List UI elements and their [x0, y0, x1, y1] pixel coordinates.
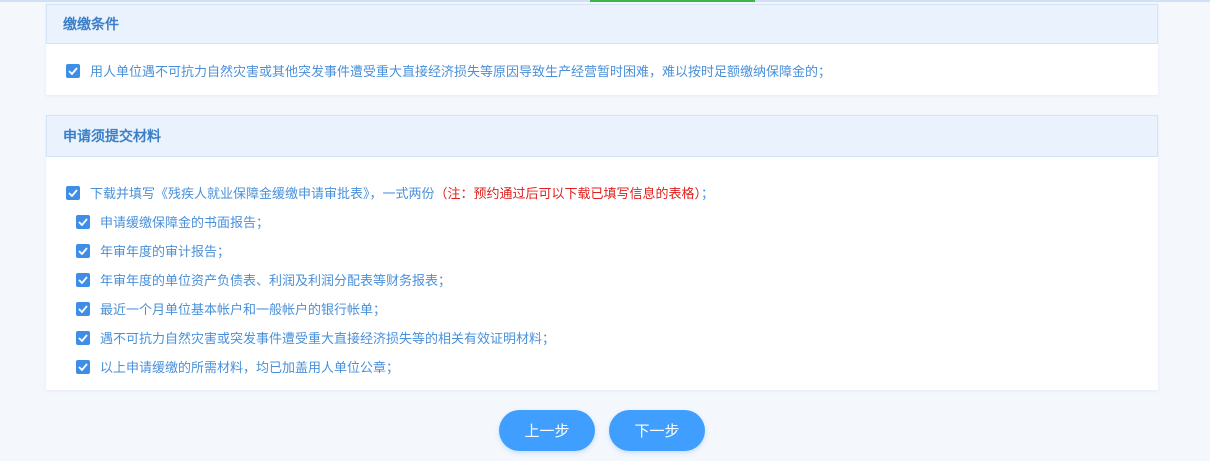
- checkbox-checked-icon[interactable]: [76, 272, 90, 287]
- next-step-label: 下一步: [634, 422, 680, 440]
- main-item-note: （注：预约通过后可以下载已填写信息的表格）: [434, 187, 702, 202]
- materials-sub-item[interactable]: 年审年度的审计报告；: [76, 236, 1158, 265]
- materials-sub-item[interactable]: 年审年度的单位资产负债表、利润及利润分配表等财务报表；: [76, 265, 1158, 294]
- prev-step-label: 上一步: [524, 422, 570, 440]
- materials-title: 申请须提交材料: [63, 129, 161, 145]
- checkbox-checked-icon[interactable]: [76, 214, 90, 229]
- checkbox-checked-icon[interactable]: [66, 63, 80, 78]
- materials-sub-item[interactable]: 申请缓缴保障金的书面报告；: [76, 207, 1158, 236]
- checkbox-checked-icon[interactable]: [76, 243, 90, 258]
- next-step-button[interactable]: 下一步: [609, 410, 705, 451]
- sub-item-label: 申请缓缴保障金的书面报告；: [100, 216, 270, 231]
- top-progress-accent: [590, 0, 755, 2]
- top-border: [0, 0, 1210, 2]
- checkbox-checked-icon[interactable]: [76, 359, 90, 374]
- checkbox-checked-icon[interactable]: [76, 301, 90, 316]
- materials-sub-item[interactable]: 遇不可抗力自然灾害或突发事件遭受重大直接经济损失等的相关有效证明材料；: [76, 323, 1158, 352]
- conditions-title: 缴缴条件: [63, 17, 119, 33]
- conditions-panel: 缴缴条件 用人单位遇不可抗力自然灾害或其他突发事件遭受重大直接经济损失等原因导致…: [46, 4, 1158, 95]
- checkbox-checked-icon[interactable]: [66, 185, 80, 200]
- materials-main-item[interactable]: 下载并填写《残疾人就业保障金缓缴申请审批表》，一式两份（注：预约通过后可以下载已…: [66, 178, 1158, 207]
- main-item-suffix: ；: [701, 187, 715, 202]
- main-item-text: 下载并填写《残疾人就业保障金缓缴申请审批表》，一式两份: [90, 187, 435, 202]
- prev-step-button[interactable]: 上一步: [499, 410, 595, 451]
- sub-item-label: 以上申请缓缴的所需材料，均已加盖用人单位公章；: [100, 361, 400, 376]
- condition-item-label: 用人单位遇不可抗力自然灾害或其他突发事件遭受重大直接经济损失等原因导致生产经营暂…: [90, 65, 832, 80]
- materials-panel: 申请须提交材料 下载并填写《残疾人就业保障金缓缴申请审批表》，一式两份（注：预约…: [46, 115, 1158, 390]
- materials-sub-item[interactable]: 最近一个月单位基本帐户和一般帐户的银行帐单；: [76, 294, 1158, 323]
- checkbox-checked-icon[interactable]: [76, 330, 90, 345]
- sub-item-label: 遇不可抗力自然灾害或突发事件遭受重大直接经济损失等的相关有效证明材料；: [100, 332, 556, 347]
- conditions-panel-header: 缴缴条件: [46, 4, 1158, 44]
- sub-item-label: 年审年度的单位资产负债表、利润及利润分配表等财务报表；: [100, 274, 452, 289]
- materials-main-item-label: 下载并填写《残疾人就业保障金缓缴申请审批表》，一式两份（注：预约通过后可以下载已…: [90, 183, 714, 202]
- sub-item-label: 年审年度的审计报告；: [100, 245, 231, 260]
- materials-panel-header: 申请须提交材料: [46, 115, 1158, 157]
- sub-item-label: 最近一个月单位基本帐户和一般帐户的银行帐单；: [100, 303, 387, 318]
- materials-sub-item[interactable]: 以上申请缓缴的所需材料，均已加盖用人单位公章；: [76, 352, 1158, 381]
- condition-item[interactable]: 用人单位遇不可抗力自然灾害或其他突发事件遭受重大直接经济损失等原因导致生产经营暂…: [66, 56, 1158, 85]
